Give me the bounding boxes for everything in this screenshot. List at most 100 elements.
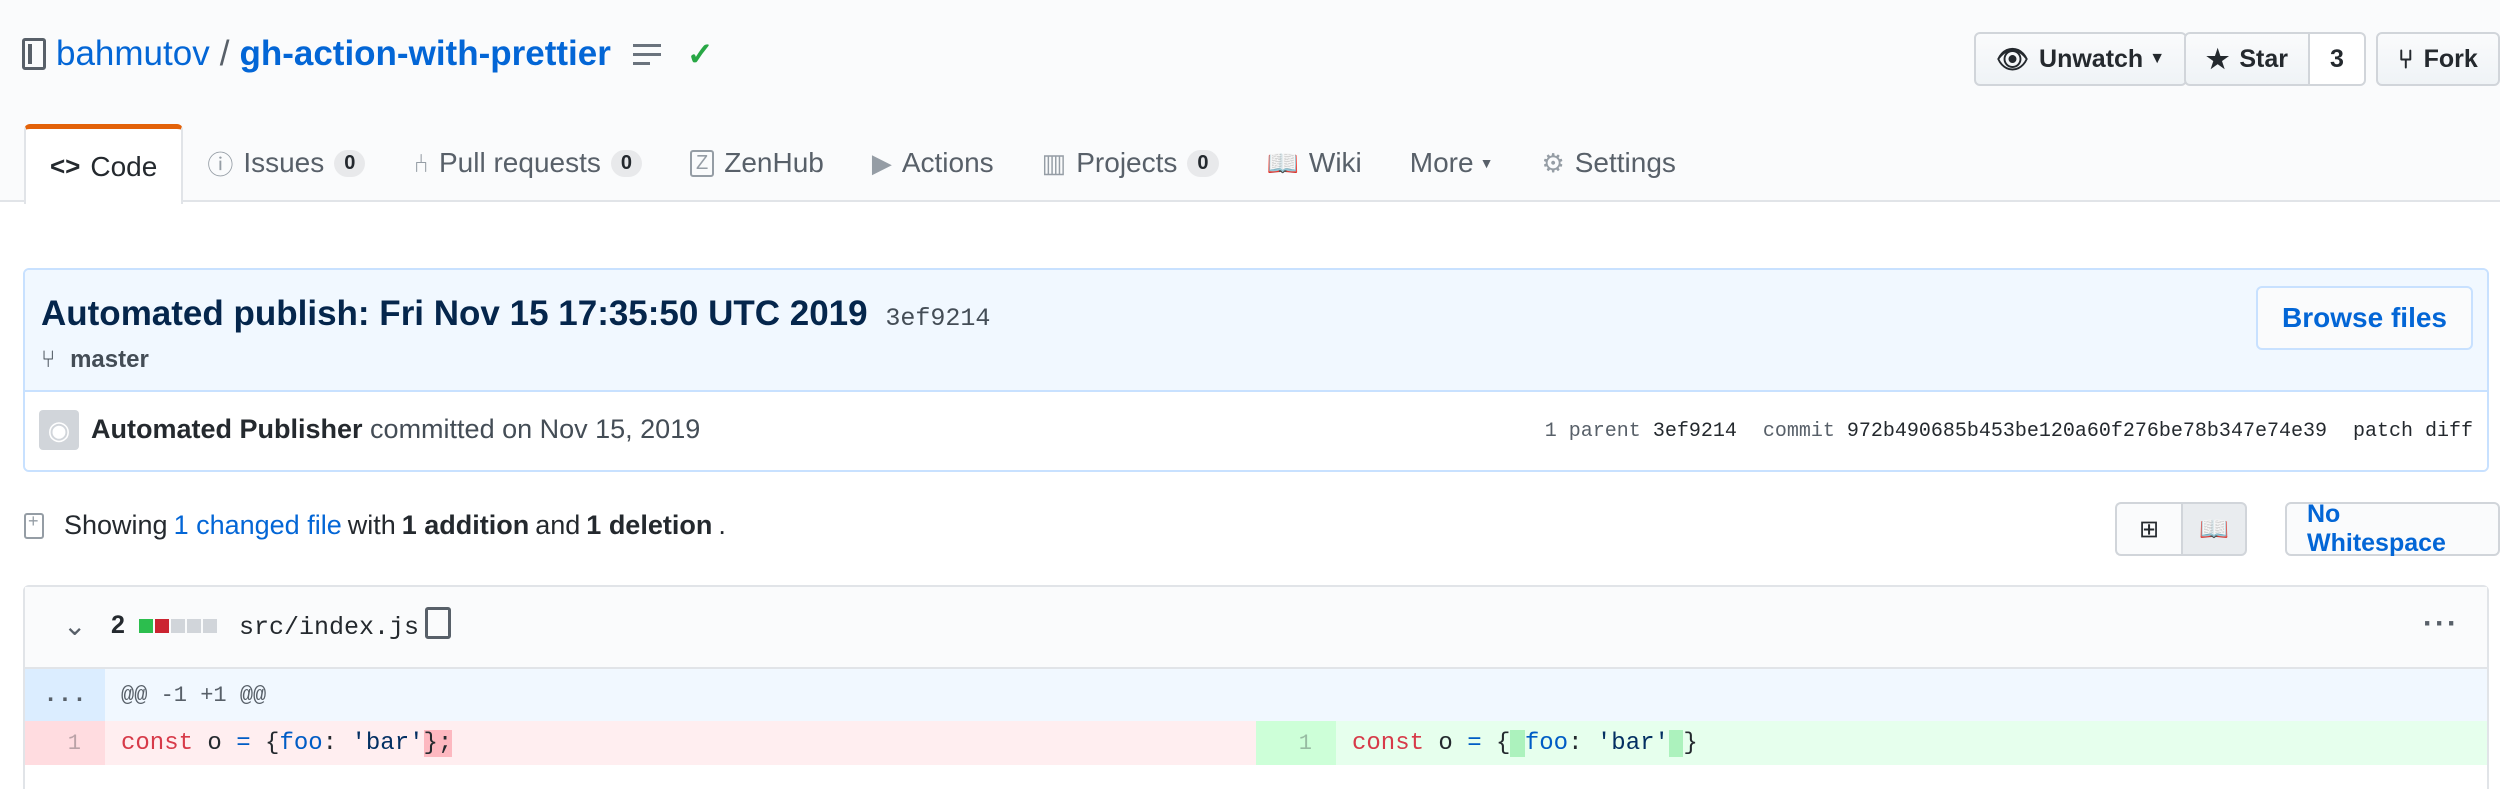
patch-link[interactable]: patch — [2353, 420, 2413, 443]
hunk-header: ... @@ -1 +1 @@ — [25, 669, 2487, 721]
book-icon: 📖 — [1266, 147, 1299, 178]
fork-label: Fork — [2423, 44, 2478, 73]
repo-header: bahmutov / gh-action-with-prettier ✓ 👁 U… — [0, 0, 2500, 204]
unwatch-label: Unwatch — [2039, 44, 2144, 73]
branch-icon: ⑂ — [41, 346, 56, 373]
project-icon: ▥ — [1041, 147, 1067, 178]
repo-separator: / — [219, 34, 230, 73]
and-text: and — [535, 510, 581, 540]
tab-more[interactable]: More ▼ — [1386, 124, 1518, 202]
fork-group: ⑂ Fork — [2376, 32, 2500, 86]
fork-icon: ⑂ — [2398, 43, 2414, 74]
changed-files-link[interactable]: 1 changed file — [174, 510, 342, 541]
repo-icon — [22, 38, 46, 70]
tab-label: More — [1409, 147, 1474, 178]
projects-counter: 0 — [1187, 149, 1219, 177]
diffstat: 2 — [111, 611, 217, 640]
tab-label: Actions — [901, 147, 994, 178]
check-icon[interactable]: ✓ — [687, 35, 714, 73]
code-line: const o = { foo: 'bar' } — [1336, 721, 2487, 765]
diff-row: 1 const o = {foo: 'bar'}; 1 const o = { … — [25, 721, 2487, 765]
code-line: const o = {foo: 'bar'}; — [105, 721, 1256, 765]
tab-wiki[interactable]: 📖 Wiki — [1243, 124, 1386, 202]
tab-pull-requests[interactable]: ⑃ Pull requests 0 — [389, 124, 666, 202]
commit-short-sha: 3ef9214 — [885, 304, 991, 333]
list-icon — [632, 43, 661, 65]
fork-button[interactable]: ⑂ Fork — [2376, 32, 2500, 86]
diff-view-toggle: ⊞ 📖 — [2115, 502, 2247, 556]
commit-box: Automated publish: Fri Nov 15 17:35:50 U… — [23, 268, 2489, 472]
unwatch-button[interactable]: 👁 Unwatch ▼ — [1974, 32, 2188, 86]
repo-nav-tabs: <> Code ⓘ Issues 0 ⑃ Pull requests 0 Z Z… — [24, 124, 1700, 204]
showing-text: Showing — [64, 510, 168, 540]
code-icon: <> — [50, 151, 81, 181]
repo-name-link[interactable]: gh-action-with-prettier — [239, 34, 610, 74]
tab-code[interactable]: <> Code — [24, 124, 184, 204]
play-icon: ▶ — [871, 147, 892, 178]
split-view-icon[interactable]: 📖 — [2181, 502, 2247, 556]
with-text: with — [347, 510, 396, 540]
branch-name[interactable]: master — [70, 346, 149, 373]
star-icon: ★ — [2206, 43, 2230, 74]
tab-settings[interactable]: ⚙ Settings — [1517, 124, 1699, 202]
gear-icon: ⚙ — [1541, 147, 1565, 178]
issues-counter: 0 — [334, 149, 366, 177]
clipboard-icon[interactable] — [425, 607, 451, 639]
author-name[interactable]: Automated Publisher — [91, 414, 363, 444]
kebab-menu-icon[interactable]: ··· — [2423, 607, 2459, 641]
tab-label: Pull requests — [439, 147, 601, 178]
hunk-text: @@ -1 +1 @@ — [121, 682, 267, 708]
additions-text: 1 addition — [401, 510, 530, 540]
diff-link[interactable]: diff — [2425, 420, 2473, 443]
caret-down-icon: ▼ — [2149, 50, 2166, 67]
committed-date: committed on Nov 15, 2019 — [370, 414, 701, 444]
star-group: ★ Star 3 — [2184, 32, 2366, 86]
file-diff-icon — [24, 511, 44, 539]
browse-files-button[interactable]: Browse files — [2256, 286, 2473, 350]
unified-view-icon[interactable]: ⊞ — [2115, 502, 2181, 556]
added-line: 1 const o = { foo: 'bar' } — [1256, 721, 2487, 765]
repo-owner-link[interactable]: bahmutov — [56, 34, 210, 74]
tab-label: ZenHub — [724, 147, 824, 178]
deleted-line: 1 const o = {foo: 'bar'}; — [25, 721, 1256, 765]
tab-actions[interactable]: ▶ Actions — [848, 124, 1018, 202]
author-line: Automated Publisher committed on Nov 15,… — [91, 414, 700, 445]
commit-sha: 972b490685b453be120a60f276be78b347e74e39 — [1846, 420, 2327, 443]
commit-meta: ◉ Automated Publisher committed on Nov 1… — [25, 392, 2487, 470]
tab-zenhub[interactable]: Z ZenHub — [666, 124, 848, 202]
star-label: Star — [2239, 44, 2288, 73]
tab-label: Issues — [243, 147, 325, 178]
repo-title: bahmutov / gh-action-with-prettier ✓ — [22, 34, 714, 74]
star-button[interactable]: ★ Star — [2184, 32, 2310, 86]
no-whitespace-button[interactable]: No Whitespace — [2285, 500, 2500, 557]
file-path[interactable]: src/index.js — [239, 613, 419, 642]
commit-summary: Automated publish: Fri Nov 15 17:35:50 U… — [25, 270, 2487, 392]
period-text: . — [718, 510, 726, 540]
parent-sha-link[interactable]: 3ef9214 — [1653, 420, 1737, 443]
tab-label: Settings — [1574, 147, 1676, 178]
tab-projects[interactable]: ▥ Projects 0 — [1018, 124, 1243, 202]
watch-group: 👁 Unwatch ▼ — [1974, 32, 2188, 86]
avatar[interactable]: ◉ — [39, 410, 79, 450]
tab-label: Projects — [1076, 147, 1178, 178]
issue-icon: ⓘ — [207, 149, 234, 180]
diff-summary: Showing 1 changed file with 1 addition a… — [24, 510, 726, 541]
line-number[interactable]: 1 — [25, 721, 105, 765]
chevron-down-icon[interactable]: ⌄ — [63, 609, 86, 642]
deletions-text: 1 deletion — [586, 510, 713, 540]
commit-message: Automated publish: Fri Nov 15 17:35:50 U… — [41, 294, 868, 333]
parent-label: 1 parent — [1544, 420, 1641, 443]
commit-label: commit — [1762, 420, 1835, 443]
tab-issues[interactable]: ⓘ Issues 0 — [183, 124, 389, 202]
file-header: ⌄ 2 src/index.js ··· — [25, 587, 2487, 669]
tab-label: Code — [90, 150, 158, 182]
caret-down-icon: ▼ — [1479, 155, 1494, 171]
tab-label: Wiki — [1308, 147, 1362, 178]
diffstat-count: 2 — [111, 611, 125, 639]
expand-icon[interactable]: ... — [25, 669, 105, 721]
zenhub-icon: Z — [690, 149, 715, 177]
line-number[interactable]: 1 — [1256, 721, 1336, 765]
star-count[interactable]: 3 — [2309, 32, 2366, 86]
file-diff: ⌄ 2 src/index.js ··· ... @@ -1 +1 @@ 1 c… — [23, 585, 2489, 789]
sha-block: 1 parent 3ef9214 commit 972b490685b453be… — [1545, 420, 2473, 443]
